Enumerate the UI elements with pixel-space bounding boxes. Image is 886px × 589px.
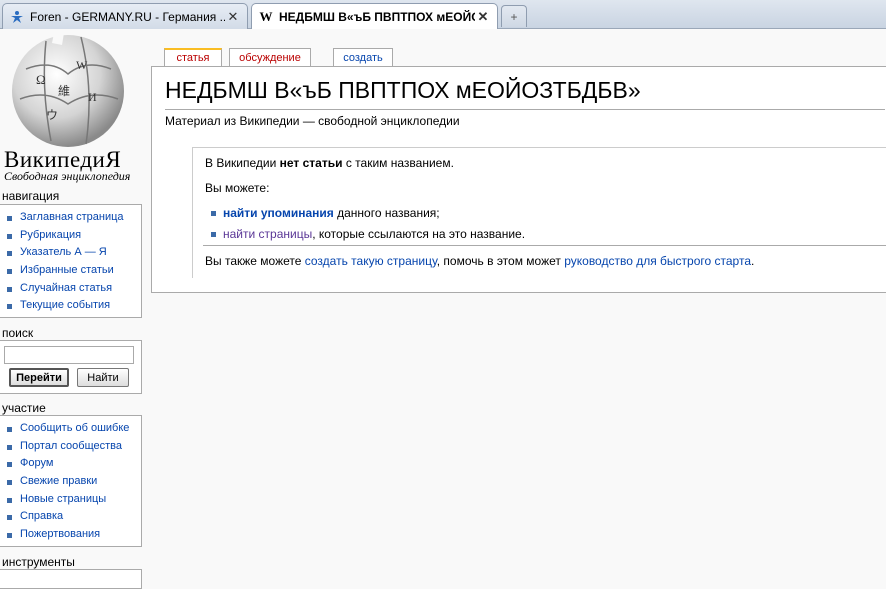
logo-tagline: Свободная энциклопедия [4,169,131,183]
puzzle-globe-icon: Ω W 維 И ウ [12,33,124,147]
no-article-notice: В Википедии нет статьи с таким названием… [192,147,886,278]
bullet [211,232,216,237]
sidebar-item-community-portal[interactable]: Портал сообщества [0,438,141,456]
sidebar-item-categories[interactable]: Рубрикация [0,227,141,245]
wikipedia-logo[interactable]: Ω W 維 И ウ ВикипедиЯ Свободная энциклопед… [0,29,142,189]
tab-title: Foren - GERMANY.RU - Германия ... [30,9,225,24]
browser-tab-foren[interactable]: Foren - GERMANY.RU - Германия ... ✕ [2,3,248,29]
participation-portlet: Сообщить об ошибке Портал сообщества Фор… [0,415,142,547]
tab-discussion[interactable]: обсуждение [229,48,311,66]
notice-divider [203,245,886,246]
find-mentions-link[interactable]: найти упоминания [223,206,334,220]
navigation-portlet: Заглавная страница Рубрикация Указатель … [0,204,142,318]
sidebar-item-new-pages[interactable]: Новые страницы [0,491,141,509]
sidebar-item-random[interactable]: Случайная статья [0,280,141,298]
new-tab-button[interactable]: + [501,5,527,27]
find-button[interactable]: Найти [77,368,129,387]
sidebar-item-index[interactable]: Указатель А — Я [0,244,141,262]
find-pages-link[interactable]: найти страницы [223,227,312,241]
go-button[interactable]: Перейти [9,368,69,387]
sidebar-item-recent-changes[interactable]: Свежие правки [0,473,141,491]
sidebar-item-featured[interactable]: Избранные статьи [0,262,141,280]
bullet [211,211,216,216]
heading-divider [165,109,885,110]
svg-text:Ω: Ω [36,72,46,87]
sidebar-item-donate[interactable]: Пожертвования [0,526,141,544]
page-title: НЕДБМШ В«ъБ ПВПТПОХ мЕОЙОЗТБДБВ» [165,77,641,103]
quick-start-link[interactable]: руководство для быстрого старта [564,254,751,268]
tab-create[interactable]: создать [333,48,393,66]
option-find-mentions: найти упоминания данного названия; [223,206,440,220]
sidebar-item-report-error[interactable]: Сообщить об ошибке [0,420,141,438]
tools-heading: инструменты [2,555,75,569]
sidebar-item-help[interactable]: Справка [0,508,141,526]
create-page-link[interactable]: создать такую страницу [305,254,437,268]
browser-tab-wikipedia[interactable]: W НЕДБМШ В«ъБ ПВПТПОХ мЕОЙОЗТБДБВ... ✕ [251,3,498,30]
plus-icon: + [510,9,518,24]
navigation-heading: навигация [2,189,60,203]
sidebar-item-current-events[interactable]: Текущие события [0,297,141,315]
create-page-line: Вы также можете создать такую страницу, … [205,254,755,268]
svg-text:維: 維 [58,84,70,98]
person-star-icon [9,9,25,25]
browser-tab-strip: Foren - GERMANY.RU - Германия ... ✕ W НЕ… [0,0,886,30]
svg-text:И: И [88,90,97,104]
svg-text:W: W [76,58,88,72]
search-heading: поиск [2,326,34,340]
option-find-pages: найти страницы, которые ссылаются на это… [223,227,526,241]
svg-text:ウ: ウ [46,108,58,122]
participation-heading: участие [2,401,46,415]
wiki-page: Ω W 維 И ウ ВикипедиЯ Свободная энциклопед… [0,29,886,589]
search-input[interactable] [4,346,134,364]
site-subtitle: Материал из Википедии — свободной энцикл… [165,114,460,128]
tab-title: НЕДБМШ В«ъБ ПВПТПОХ мЕОЙОЗТБДБВ... [279,10,475,24]
you-can-line: Вы можете: [205,181,270,195]
no-article-line: В Википедии нет статьи с таким названием… [205,156,454,170]
sidebar-item-forum[interactable]: Форум [0,455,141,473]
wikipedia-w-icon: W [259,9,273,24]
content-area: НЕДБМШ В«ъБ ПВПТПОХ мЕОЙОЗТБДБВ» Материа… [151,66,886,293]
tab-article[interactable]: статья [164,48,222,66]
close-icon[interactable]: ✕ [225,9,241,25]
tools-portlet [0,569,142,589]
no-article-emphasis: нет статьи [279,156,343,170]
close-icon[interactable]: ✕ [475,9,491,25]
sidebar-item-main-page[interactable]: Заглавная страница [0,209,141,227]
